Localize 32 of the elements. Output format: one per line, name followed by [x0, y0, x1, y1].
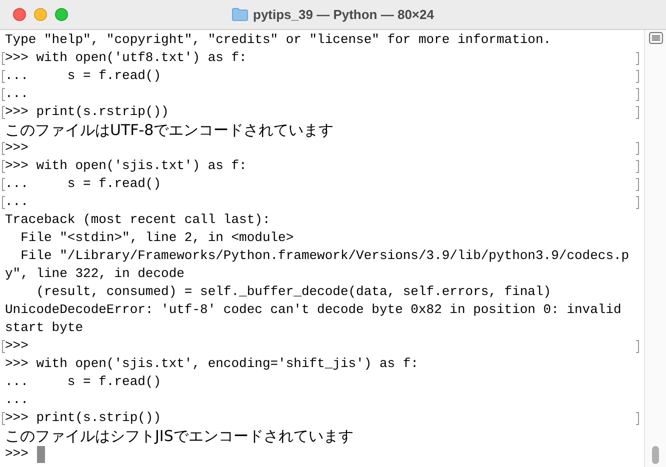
- terminal-line: UnicodeDecodeError: 'utf-8' codec can't decode byte 0x82 in position 0: invalid: [5, 301, 622, 319]
- terminal-line: >>>: [5, 337, 28, 355]
- terminal-line: ...: [5, 391, 28, 409]
- menu-icon[interactable]: [648, 32, 662, 44]
- terminal-line: ... s = f.read(): [5, 373, 162, 391]
- terminal-line: >>> print(s.strip()): [5, 409, 162, 427]
- folder-icon: [232, 8, 248, 21]
- terminal-line: >>> with open('sjis.txt') as f:: [5, 157, 247, 175]
- terminal-line: Traceback (most recent call last):: [5, 211, 270, 229]
- terminal-line: (result, consumed) = self._buffer_decode(data, self.errors, final): [35, 283, 552, 301]
- terminal-line: >>> with open('sjis.txt', encoding='shift_jis') as f:: [5, 355, 418, 373]
- terminal-line: Type "help", "copyright", "credits" or "license" for more information.: [5, 31, 552, 49]
- terminal-line: ...: [5, 193, 28, 211]
- minimize-button[interactable]: [34, 8, 47, 21]
- terminal-line: File "/Library/Frameworks/Python.framework/Versions/3.9/lib/python3.9/codecs.p: [20, 247, 630, 265]
- terminal-line: >>>: [5, 445, 28, 463]
- window-title: pytips_39 — Python — 80×24: [253, 6, 434, 24]
- close-button[interactable]: [13, 8, 26, 21]
- terminal-line: File "<stdin>", line 2, in <module>: [20, 229, 294, 247]
- output-line: このファイルはUTF-8でエンコードされています: [5, 121, 334, 139]
- terminal-line: ... s = f.read(): [5, 67, 162, 85]
- terminal-line: y", line 322, in decode: [5, 265, 184, 283]
- terminal-line: >>> print(s.rstrip()): [5, 103, 169, 121]
- terminal-line: >>> with open('utf8.txt') as f:: [5, 49, 247, 67]
- zoom-button[interactable]: [55, 8, 68, 21]
- scrollbar[interactable]: [644, 30, 666, 467]
- terminal-line: start byte: [5, 319, 84, 337]
- output-line: このファイルはシフトJISでエンコードされています: [5, 427, 354, 445]
- terminal-line: ...: [5, 85, 28, 103]
- scroll-thumb[interactable]: [652, 446, 659, 464]
- terminal-line: >>>: [5, 139, 28, 157]
- terminal-line: ... s = f.read(): [5, 175, 162, 193]
